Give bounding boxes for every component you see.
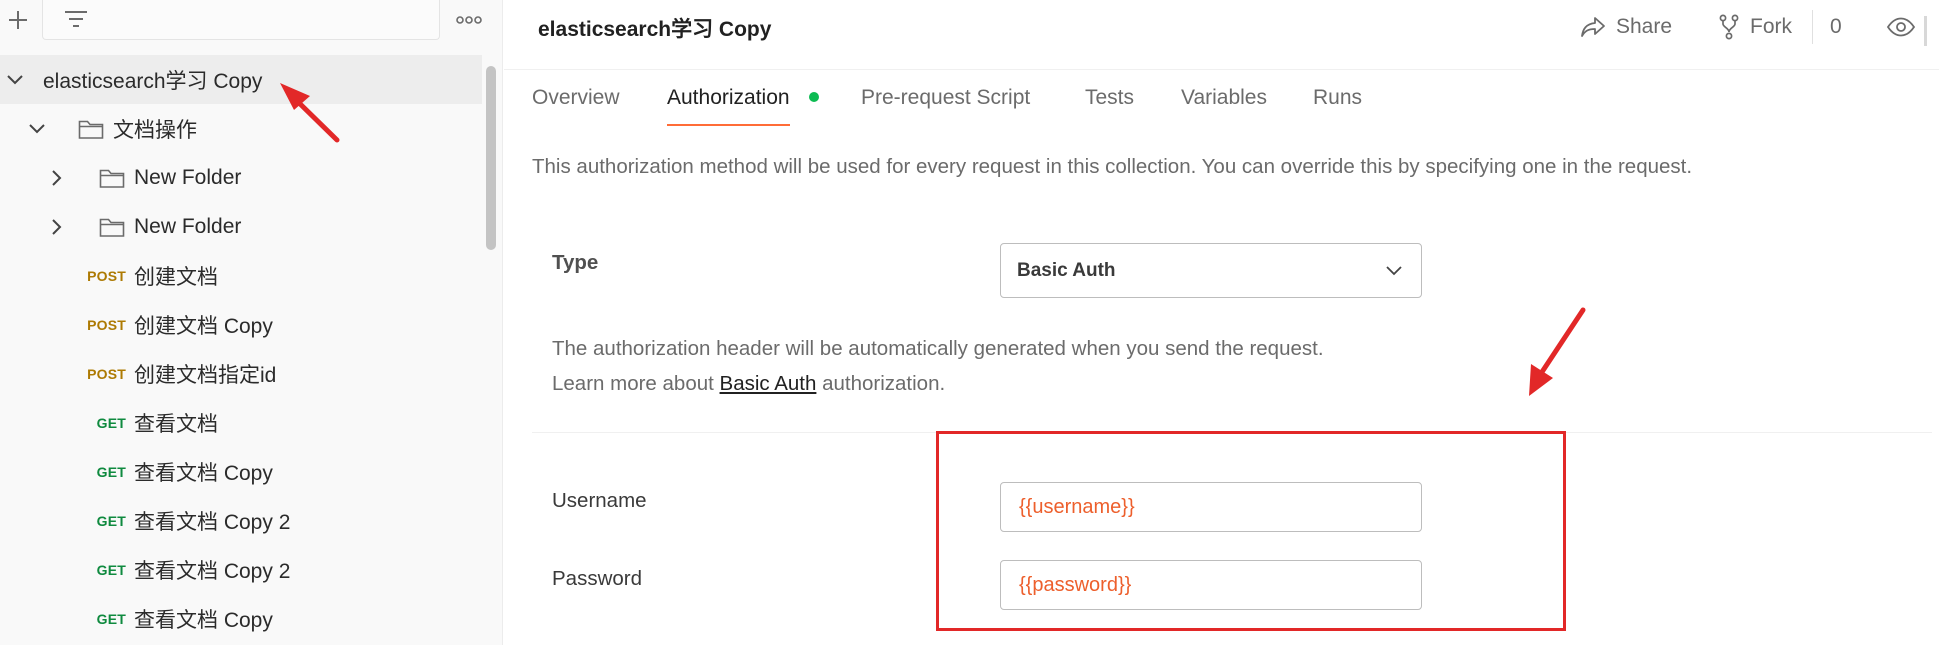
fork-icon bbox=[1719, 14, 1739, 40]
auth-type-value: Basic Auth bbox=[1017, 259, 1116, 281]
folder-icon bbox=[99, 167, 125, 189]
method-badge: POST bbox=[87, 267, 126, 284]
method-badge: GET bbox=[96, 512, 126, 529]
tab-variables[interactable]: Variables bbox=[1181, 86, 1267, 126]
new-item-button[interactable] bbox=[4, 4, 32, 36]
chevron-down-icon[interactable] bbox=[4, 69, 26, 91]
fork-label: Fork bbox=[1750, 15, 1792, 38]
folder-icon bbox=[78, 118, 104, 140]
request-label: 创建文档 Copy bbox=[134, 314, 273, 338]
tab-overview[interactable]: Overview bbox=[532, 86, 620, 126]
folder-item[interactable]: New Folder bbox=[0, 202, 482, 251]
folder-icon bbox=[99, 216, 125, 238]
auth-info-text: This authorization method will be used f… bbox=[532, 155, 1693, 178]
collection-label: elasticsearch学习 Copy bbox=[43, 69, 263, 93]
collection-tree: elasticsearch学习 Copy 文档操作 New Folder New… bbox=[0, 55, 482, 643]
request-item[interactable]: GET 查看文档 bbox=[0, 398, 482, 447]
chevron-down-icon bbox=[1383, 260, 1405, 282]
share-label: Share bbox=[1616, 15, 1673, 38]
password-label: Password bbox=[552, 567, 643, 590]
header-divider bbox=[1812, 10, 1813, 44]
request-item[interactable]: GET 查看文档 Copy 2 bbox=[0, 496, 482, 545]
request-item[interactable]: POST 创建文档 Copy bbox=[0, 300, 482, 349]
collection-item[interactable]: elasticsearch学习 Copy bbox=[0, 55, 482, 104]
share-icon bbox=[1581, 17, 1605, 37]
sidebar: elasticsearch学习 Copy 文档操作 New Folder New… bbox=[0, 0, 503, 645]
request-label: 创建文档 bbox=[134, 265, 218, 289]
watch-button[interactable] bbox=[1886, 10, 1916, 44]
chevron-right-icon[interactable] bbox=[46, 216, 68, 238]
method-badge: GET bbox=[96, 414, 126, 431]
folder-label: 文档操作 bbox=[113, 118, 197, 142]
auth-description: The authorization header will be automat… bbox=[552, 331, 1324, 401]
auth-type-select[interactable]: Basic Auth bbox=[1000, 243, 1422, 298]
learn-more-suffix: authorization. bbox=[816, 372, 946, 395]
eye-icon bbox=[1886, 17, 1916, 37]
chevron-down-icon[interactable] bbox=[26, 118, 48, 140]
auth-learn-more: Learn more about Basic Auth authorizatio… bbox=[552, 366, 1324, 401]
request-item[interactable]: POST 创建文档指定id bbox=[0, 349, 482, 398]
request-item[interactable]: POST 创建文档 bbox=[0, 251, 482, 300]
collection-header: elasticsearch学习 Copy Share Fork 0 bbox=[504, 0, 1939, 70]
sidebar-filter-area bbox=[42, 0, 440, 40]
username-label: Username bbox=[552, 489, 647, 512]
tab-bar: Overview Authorization Pre-request Scrip… bbox=[504, 78, 1939, 128]
fork-count[interactable]: 0 bbox=[1830, 10, 1842, 44]
request-label: 创建文档指定id bbox=[134, 363, 277, 387]
request-label: 查看文档 Copy bbox=[134, 608, 273, 632]
folder-label: New Folder bbox=[134, 165, 242, 189]
request-label: 查看文档 Copy 2 bbox=[134, 510, 291, 534]
request-label: 查看文档 Copy bbox=[134, 461, 273, 485]
method-badge: GET bbox=[96, 561, 126, 578]
status-dot bbox=[809, 92, 819, 102]
highlight-box bbox=[936, 431, 1566, 631]
request-item[interactable]: GET 查看文档 Copy bbox=[0, 594, 482, 643]
folder-label: New Folder bbox=[134, 214, 242, 238]
more-options-button[interactable] bbox=[452, 6, 486, 34]
auth-description-line: The authorization header will be automat… bbox=[552, 337, 1324, 360]
tab-pre-request-script[interactable]: Pre-request Script bbox=[861, 86, 1030, 126]
request-label: 查看文档 bbox=[134, 412, 218, 436]
page-title: elasticsearch学习 Copy bbox=[538, 18, 772, 41]
request-label: 查看文档 Copy 2 bbox=[134, 559, 291, 583]
filter-button[interactable] bbox=[58, 4, 94, 34]
method-badge: GET bbox=[96, 610, 126, 627]
filter-icon bbox=[65, 11, 87, 27]
share-button[interactable]: Share bbox=[1580, 10, 1672, 44]
method-badge: POST bbox=[87, 316, 126, 333]
request-item[interactable]: GET 查看文档 Copy 2 bbox=[0, 545, 482, 594]
sidebar-scrollbar[interactable] bbox=[486, 66, 496, 250]
tab-authorization[interactable]: Authorization bbox=[667, 86, 790, 126]
method-badge: GET bbox=[96, 463, 126, 480]
more-horizontal-icon bbox=[456, 16, 482, 24]
plus-icon bbox=[9, 11, 27, 29]
chevron-right-icon[interactable] bbox=[46, 167, 68, 189]
request-item[interactable]: GET 查看文档 Copy bbox=[0, 447, 482, 496]
fork-button[interactable]: Fork bbox=[1718, 10, 1792, 44]
learn-more-prefix: Learn more about bbox=[552, 372, 720, 395]
basic-auth-link[interactable]: Basic Auth bbox=[720, 372, 817, 395]
method-badge: POST bbox=[87, 365, 126, 382]
tab-tests[interactable]: Tests bbox=[1085, 86, 1134, 126]
folder-item[interactable]: 文档操作 bbox=[0, 104, 482, 153]
type-label: Type bbox=[552, 251, 599, 274]
header-edge bbox=[1924, 16, 1927, 46]
folder-item[interactable]: New Folder bbox=[0, 153, 482, 202]
tab-runs[interactable]: Runs bbox=[1313, 86, 1362, 126]
sidebar-toolbar bbox=[0, 0, 502, 44]
